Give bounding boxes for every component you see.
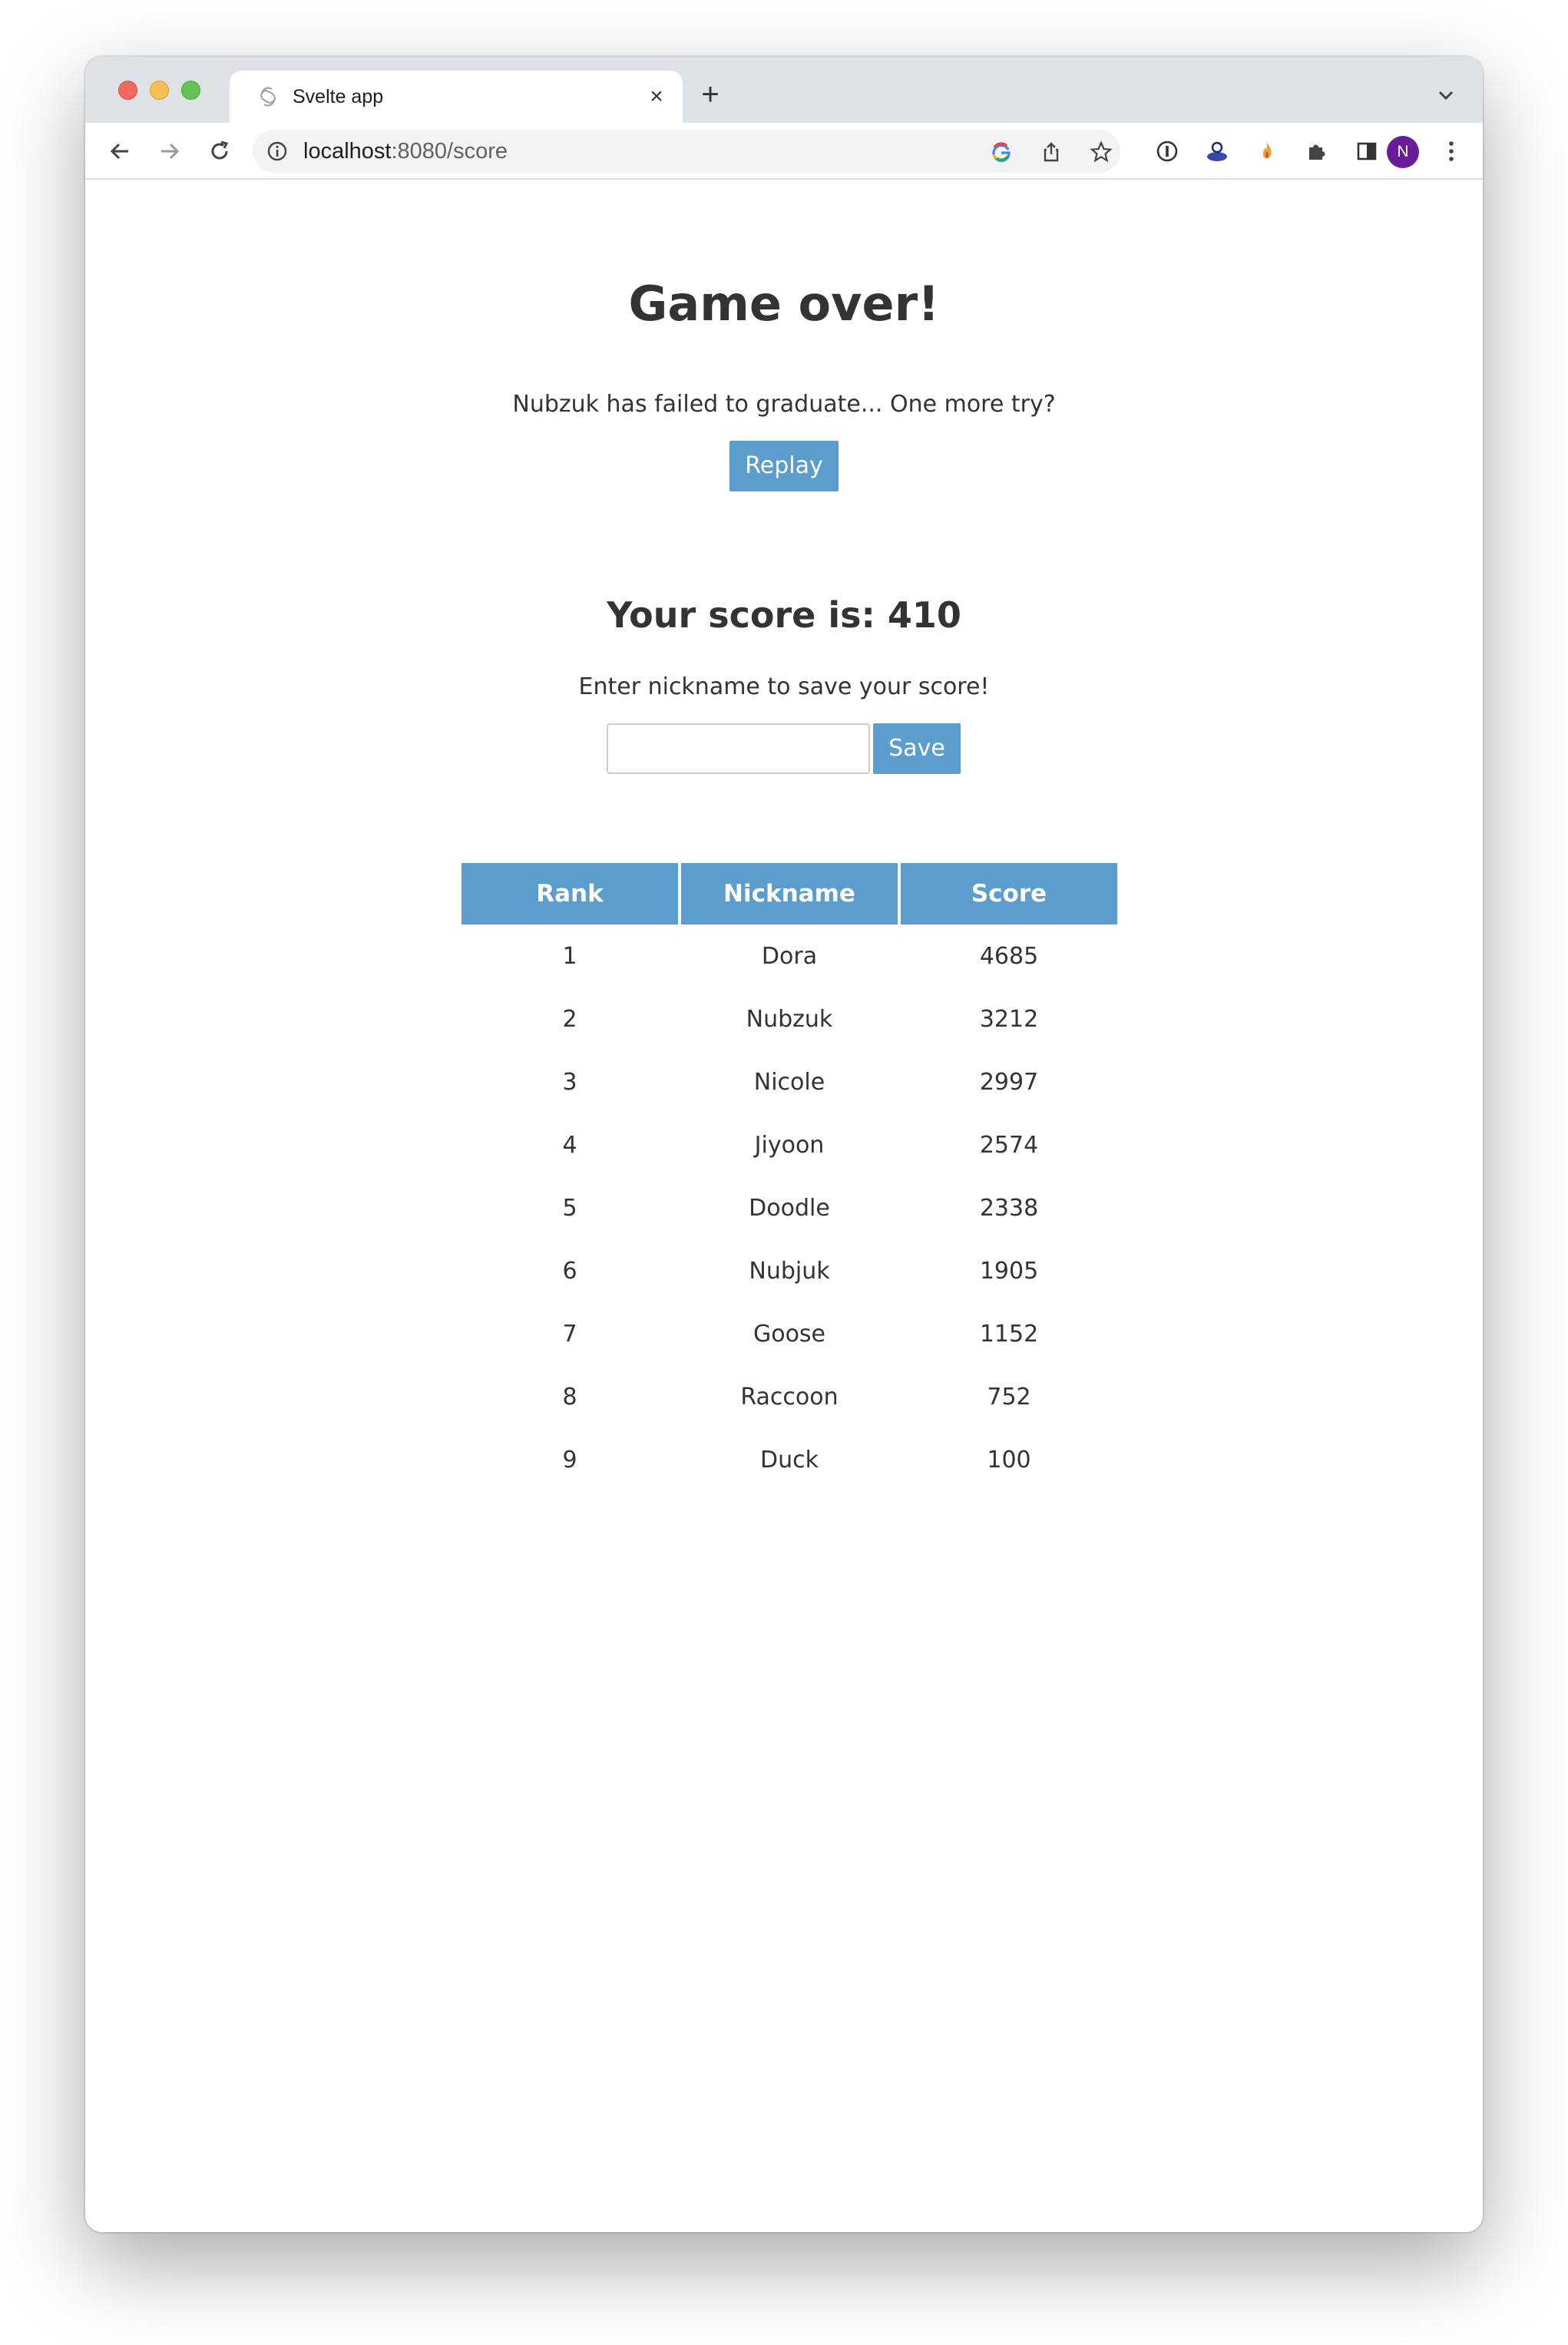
tab-title: Svelte app [293,86,384,107]
nickname-cell: Goose [753,1320,826,1348]
rank-cell: 1 [562,942,577,970]
browser-window: Svelte app × + localhost:8080/score N Ga… [85,57,1483,2232]
minimize-window-button[interactable] [150,81,169,100]
url-host: localhost [303,139,392,164]
nickname-input[interactable] [607,723,870,774]
page-title: Game over! [628,276,940,332]
rank-cell: 8 [562,1383,577,1411]
rank-cell: 9 [562,1446,577,1473]
svelte-favicon-icon [260,87,276,107]
table-row: 5 Doodle 2338 [461,1176,1117,1239]
menu-dots-icon[interactable] [1437,137,1466,166]
nickname-cell: Nicole [753,1068,825,1096]
score-cell: 100 [987,1446,1031,1473]
rank-cell: 7 [562,1320,577,1348]
nickname-prompt: Enter nickname to save your score! [578,673,990,700]
page-content: Game over! Nubzuk has failed to graduate… [85,180,1483,2232]
table-row: 7 Goose 1152 [461,1302,1117,1365]
score-cell: 3212 [979,1005,1039,1033]
tab-strip: Svelte app × + [85,57,1483,123]
url-path: :8080/score [391,139,508,164]
nickname-cell: Duck [760,1446,819,1473]
share-icon[interactable] [1038,139,1064,165]
browser-toolbar: localhost:8080/score N [85,123,1483,180]
side-panel-icon[interactable] [1352,137,1381,166]
close-window-button[interactable] [118,81,137,100]
nickname-cell: Doodle [749,1194,830,1222]
game-over-message: Nubzuk has failed to graduate... One mor… [512,391,1056,418]
tab-search-chevron-icon[interactable] [1435,84,1457,106]
extension-profile-icon[interactable] [1202,137,1232,166]
score-cell: 2574 [979,1131,1039,1159]
new-tab-button[interactable]: + [696,79,724,110]
tab-close-icon[interactable]: × [644,84,669,109]
tab-svelte-app[interactable]: Svelte app × [230,71,683,123]
column-header-rank: Rank [461,863,678,924]
table-row: 6 Nubjuk 1905 [461,1239,1117,1302]
nickname-cell: Dora [761,942,818,970]
replay-button[interactable]: Replay [729,441,839,491]
table-row: 1 Dora 4685 [461,924,1117,987]
extensions-puzzle-icon[interactable] [1302,137,1331,166]
table-row: 3 Nicole 2997 [461,1050,1117,1113]
rank-cell: 3 [562,1068,577,1096]
column-header-nickname: Nickname [681,863,898,924]
table-row: 2 Nubzuk 3212 [461,987,1117,1050]
reload-icon[interactable] [205,137,234,166]
score-cell: 752 [987,1383,1031,1411]
maximize-window-button[interactable] [181,81,200,100]
back-icon[interactable] [105,137,134,166]
extension-flame-icon[interactable] [1252,137,1282,166]
nickname-cell: Nubjuk [749,1257,830,1285]
bookmark-star-icon[interactable] [1088,139,1114,165]
table-row: 4 Jiyoon 2574 [461,1113,1117,1176]
rank-cell: 2 [562,1005,577,1033]
score-cell: 2997 [979,1068,1039,1096]
url-text[interactable]: localhost:8080/score [303,140,508,163]
google-lens-icon[interactable] [988,139,1014,165]
rank-cell: 6 [562,1257,577,1285]
score-cell: 1905 [979,1257,1039,1285]
rank-cell: 5 [562,1194,577,1222]
extension-1password-icon[interactable] [1153,137,1182,166]
nickname-cell: Nubzuk [746,1005,833,1033]
column-header-score: Score [901,863,1117,924]
score-heading: Your score is: 410 [607,594,961,636]
nickname-cell: Jiyoon [754,1131,825,1159]
profile-avatar[interactable]: N [1387,136,1419,168]
score-cell: 2338 [979,1194,1039,1222]
nickname-cell: Raccoon [740,1383,839,1411]
score-cell: 1152 [979,1320,1039,1348]
table-row: 9 Duck 100 [461,1428,1117,1491]
address-bar[interactable]: localhost:8080/score [253,130,1120,173]
leaderboard-table: Rank Nickname Score 1 Dora 4685 2 Nubzuk… [458,863,1120,1491]
save-button[interactable]: Save [873,723,961,774]
forward-icon[interactable] [155,137,184,166]
table-row: 8 Raccoon 752 [461,1365,1117,1428]
site-info-icon[interactable] [266,141,288,162]
rank-cell: 4 [562,1131,577,1159]
table-header-row: Rank Nickname Score [461,863,1117,924]
score-cell: 4685 [979,942,1039,970]
